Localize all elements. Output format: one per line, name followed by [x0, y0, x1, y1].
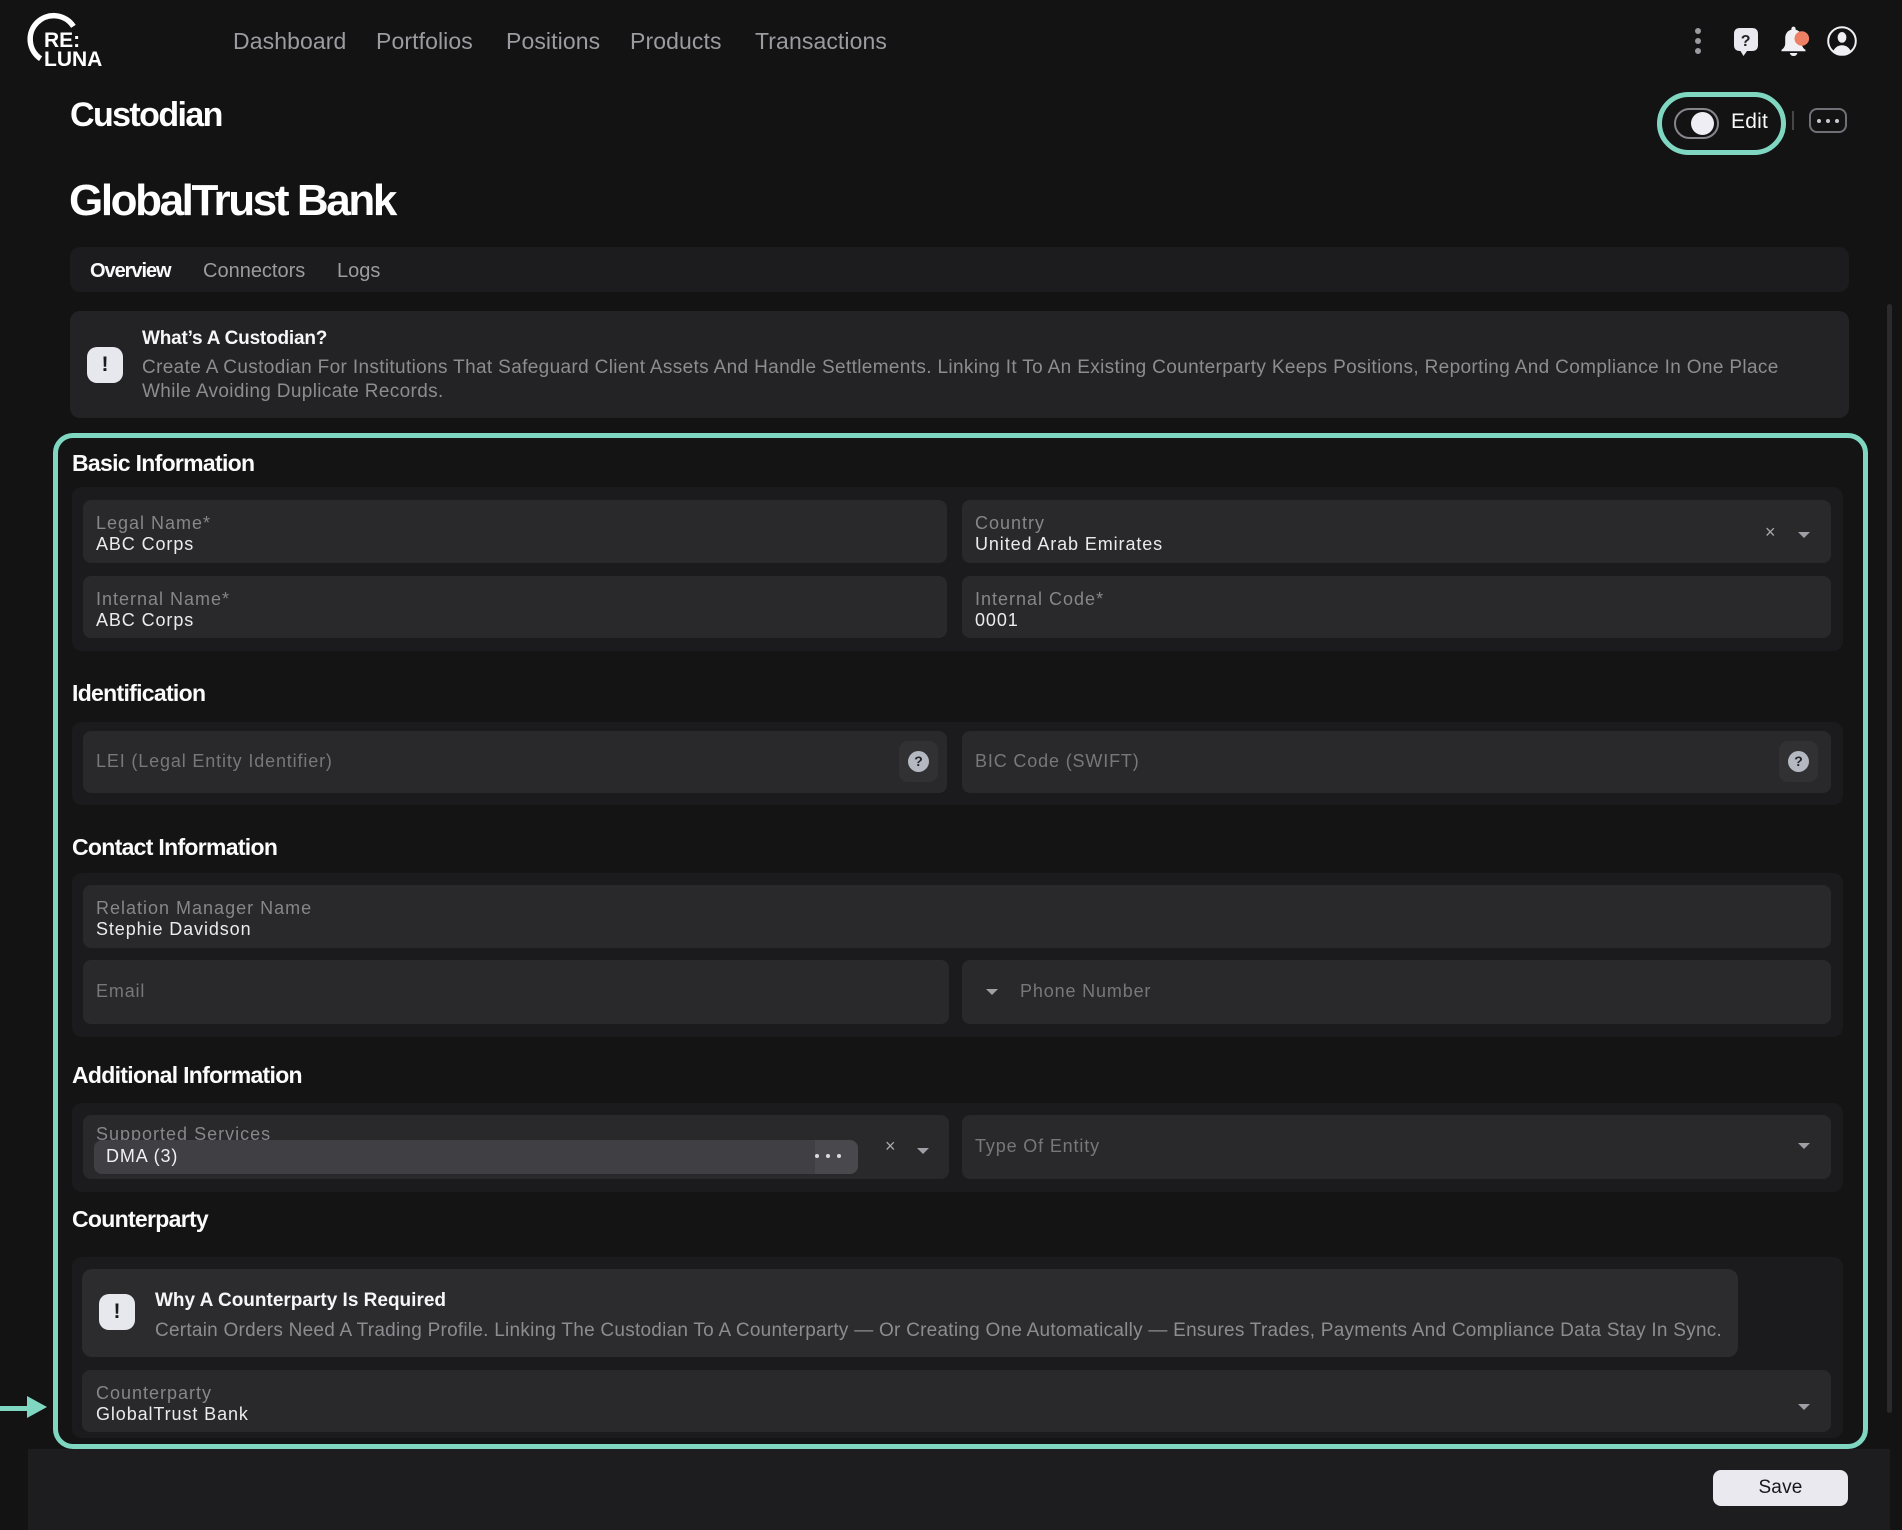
svg-text:?: ?: [1741, 33, 1751, 50]
